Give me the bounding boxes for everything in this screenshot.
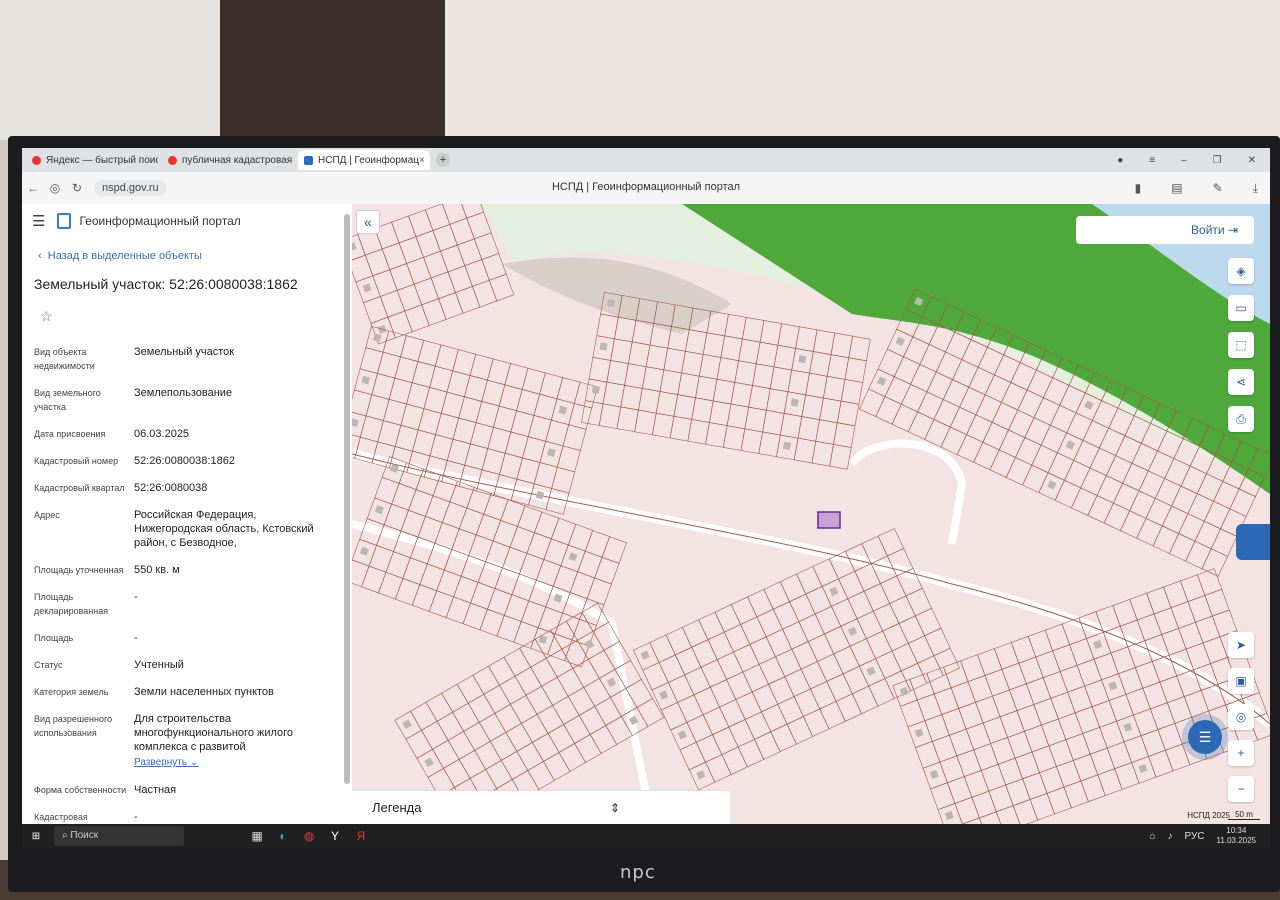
- map-canvas[interactable]: [352, 204, 1270, 824]
- building: [607, 299, 616, 308]
- volume-icon[interactable]: ♪: [1168, 831, 1173, 842]
- tab-yandex[interactable]: Яндекс — быстрый поиск: [26, 150, 158, 170]
- screen: Яндекс — быстрый поиск публичная кадастр…: [22, 148, 1270, 848]
- layers-icon[interactable]: ◈: [1228, 258, 1254, 284]
- menu-icon[interactable]: ≡: [1149, 155, 1155, 166]
- portal-logo-icon: [57, 213, 72, 229]
- ruler-icon[interactable]: ▭: [1228, 295, 1254, 321]
- windows-start-icon[interactable]: ⊞: [22, 831, 50, 842]
- chat-button[interactable]: ☰: [1188, 720, 1222, 754]
- app-icon[interactable]: ◍: [296, 829, 322, 843]
- close-tab-icon[interactable]: ×: [419, 155, 425, 166]
- attr-row: Кадастровая -: [34, 811, 138, 823]
- attr-row: Адрес Российская Федерация, Нижегородская…: [34, 509, 314, 549]
- attr-row: Статус Учтенный: [34, 659, 184, 671]
- selected-parcel: [817, 511, 841, 529]
- select-area-icon[interactable]: ⬚: [1228, 332, 1254, 358]
- object-title: Земельный участок: 52:26:0080038:1862: [34, 276, 298, 292]
- basemap-icon[interactable]: ▣: [1228, 668, 1254, 694]
- share-icon[interactable]: ⋖: [1228, 369, 1254, 395]
- building: [798, 355, 807, 364]
- network-icon[interactable]: ⌂: [1149, 831, 1155, 842]
- tab-nspd[interactable]: НСПД | Геоинформац ×: [298, 150, 430, 170]
- cadastral-map[interactable]: « Войти ⇥ ◈ ▭ ⬚ ⋖ ⎙ ➤ ▣ ◎ + − ☰ Легенда ⇕…: [352, 204, 1270, 824]
- attr-row: Вид земельного участка Землепользование: [34, 387, 233, 412]
- taskbar: ⊞ ⌕ Поиск ▦ ◐ ◍ Y Я ⌂ ♪ РУС 10:34 11.03.2…: [22, 824, 1270, 848]
- panel-scrollbar[interactable]: [344, 214, 350, 784]
- attr-row: Категория земель Земли населенных пунктов: [34, 686, 274, 698]
- building: [599, 342, 608, 351]
- attr-row: Вид объекта недвижимости Земельный участо…: [34, 346, 235, 371]
- new-tab-button[interactable]: +: [436, 153, 450, 167]
- building: [782, 441, 792, 450]
- attr-row: Дата присвоения 06.03.2025: [34, 428, 190, 440]
- geolocate-icon[interactable]: ➤: [1228, 632, 1254, 658]
- edge-icon[interactable]: ◐: [270, 829, 296, 843]
- favorite-star-icon[interactable]: ☆: [40, 308, 352, 325]
- window-title: НСПД | Геоинформационный портал: [551, 181, 741, 193]
- tab-strip: Яндекс — быстрый поиск публичная кадастр…: [22, 148, 1270, 172]
- building: [790, 398, 799, 407]
- language-indicator[interactable]: РУС: [1185, 831, 1205, 842]
- attr-row: Кадастровый номер 52:26:0080038:1862: [34, 455, 235, 467]
- profile-icon[interactable]: ●: [1117, 155, 1123, 166]
- attribute-list: Вид объекта недвижимости Земельный участо…: [22, 345, 352, 824]
- zoom-out-button[interactable]: −: [1228, 776, 1254, 802]
- attr-row: Кадастровый квартал 52:26:0080038: [34, 482, 208, 494]
- restore-icon[interactable]: ❐: [1213, 155, 1222, 166]
- object-panel: ☰ Геоинформационный портал ‹ Назад в выд…: [22, 204, 353, 824]
- hamburger-icon[interactable]: ☰: [32, 212, 45, 230]
- monitor-brand: npc: [620, 862, 656, 883]
- portal-title: Геоинформационный портал: [79, 214, 241, 228]
- nspd-icon: [304, 155, 313, 165]
- attr-row: Площадь уточненная 550 кв. м: [34, 564, 180, 576]
- task-view-icon[interactable]: ▦: [244, 829, 270, 843]
- print-icon[interactable]: ⎙: [1228, 406, 1254, 432]
- scale-bar: 50 m: [1228, 810, 1260, 820]
- attr-row: Форма собственности Частная: [34, 784, 177, 796]
- yandex-icon: [168, 155, 177, 165]
- target-icon[interactable]: ◎: [1228, 704, 1254, 730]
- login-button[interactable]: Войти ⇥: [1076, 216, 1254, 244]
- legend-toggle-icon[interactable]: ⇕: [610, 791, 620, 824]
- zoom-in-button[interactable]: +: [1228, 740, 1254, 766]
- legend-panel[interactable]: Легенда ⇕: [352, 790, 730, 824]
- expand-link[interactable]: Развернуть ⌄: [134, 756, 324, 770]
- clock[interactable]: 10:34 11.03.2025: [1217, 826, 1256, 846]
- address-bar: ← ◎ ↻ nspd.gov.ru НСПД | Геоинформационн…: [22, 172, 1270, 204]
- collapse-panel-button[interactable]: «: [356, 210, 380, 234]
- attr-row: Площадь декларированная -: [34, 591, 138, 616]
- attr-row: Площадь -: [34, 632, 138, 644]
- taskbar-search[interactable]: ⌕ Поиск: [54, 826, 184, 846]
- tab-cadastral[interactable]: публичная кадастровая к: [162, 150, 294, 170]
- yandex-browser-icon[interactable]: Y: [322, 829, 348, 843]
- close-window-icon[interactable]: ✕: [1248, 155, 1256, 166]
- yandex-icon: [32, 155, 41, 165]
- building: [591, 385, 600, 394]
- minimize-icon[interactable]: –: [1181, 155, 1187, 166]
- feedback-side-button[interactable]: [1236, 524, 1270, 560]
- yandex-icon[interactable]: Я: [348, 829, 374, 843]
- attr-row: Вид разрешенного использования Для строит…: [22, 712, 352, 770]
- map-copyright: НСПД 2025: [1187, 811, 1230, 820]
- back-link[interactable]: ‹ Назад в выделенные объекты: [38, 250, 352, 262]
